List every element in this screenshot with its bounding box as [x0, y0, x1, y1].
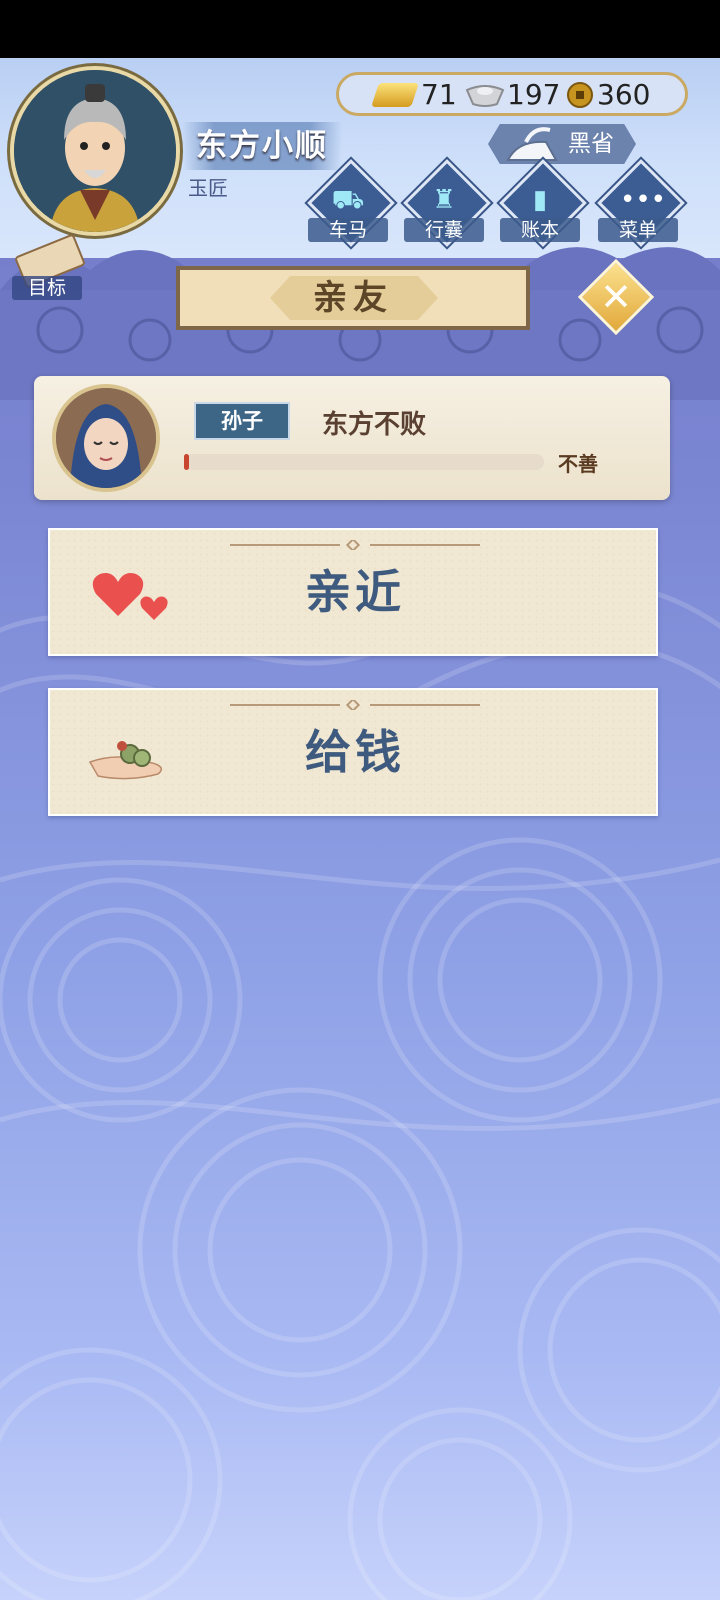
elder-portrait-icon	[14, 70, 176, 232]
nav-carriage-button[interactable]: ⛟ 车马	[307, 159, 395, 248]
flatiron-icon	[506, 127, 558, 161]
nav-label: 车马	[308, 218, 388, 242]
action-card-approach[interactable]: 亲近	[48, 528, 658, 656]
silver-ingot-icon	[465, 85, 505, 107]
more-icon: •••	[620, 185, 667, 215]
action-label: 给钱	[305, 725, 405, 779]
close-icon: ✕	[600, 275, 632, 319]
child-portrait-icon	[56, 388, 156, 488]
goal-button[interactable]: 目标	[12, 233, 87, 300]
relative-avatar	[52, 384, 160, 492]
nav-label: 行囊	[404, 218, 484, 242]
gold-amount: 71	[421, 78, 457, 111]
currency-bar: 71 197 360	[336, 72, 688, 116]
nav-menu-button[interactable]: ••• 菜单	[597, 159, 685, 248]
copper-amount: 360	[597, 78, 651, 111]
affinity-bar-fill	[184, 454, 189, 470]
section-title: 亲友	[313, 278, 393, 318]
player-name: 东方小顺	[182, 122, 342, 170]
affinity-status: 不善	[558, 452, 598, 476]
relative-name: 东方不败	[322, 410, 427, 440]
silver-amount: 197	[507, 78, 561, 111]
nav-label: 菜单	[598, 218, 678, 242]
gold-ingot-icon	[371, 83, 419, 107]
action-card-give-money[interactable]: 给钱	[48, 688, 658, 816]
ledger-icon: ▮	[532, 185, 548, 215]
section-title-plaque: 亲友	[176, 266, 530, 330]
relation-badge: 孙子	[194, 402, 290, 440]
goal-label: 目标	[12, 276, 82, 300]
bag-icon: ♜	[432, 185, 456, 215]
action-label: 亲近	[305, 565, 405, 619]
nav-bag-button[interactable]: ♜ 行囊	[403, 159, 491, 248]
nav-ledger-button[interactable]: ▮ 账本	[499, 159, 587, 248]
player-avatar[interactable]	[10, 66, 180, 236]
player-title: 玉匠	[188, 176, 228, 200]
nav-label: 账本	[500, 218, 580, 242]
carriage-icon: ⛟	[331, 185, 365, 215]
affinity-bar	[184, 454, 544, 470]
relative-card[interactable]: 孙子 东方不败 不善	[34, 376, 670, 500]
system-status-bar	[0, 0, 720, 58]
region-name: 黑省	[568, 131, 614, 157]
copper-coin-icon	[567, 82, 593, 108]
